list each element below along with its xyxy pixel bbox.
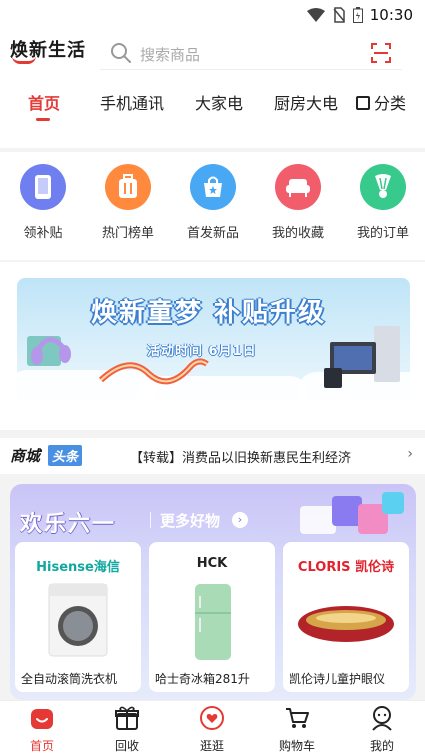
nav-label: 购物车 [278, 739, 315, 753]
suitcase-icon [105, 164, 151, 210]
nav-label: 首页 [29, 739, 54, 753]
product-name: 凯伦诗儿童护眼仪 [289, 672, 386, 686]
product-name: 全自动滚筒洗衣机 [21, 672, 118, 686]
quick-link-label: 热门榜单 [101, 226, 154, 241]
search-placeholder: 搜索商品 [140, 46, 201, 64]
no-sim-icon [333, 7, 345, 23]
sofa-icon [275, 164, 321, 210]
promo-more-link[interactable]: 更多好物 [160, 510, 220, 531]
children-day-promo: 欢乐六一 更多好物 › Hisense海信 全自动滚筒洗衣机 HCK 哈士奇冰箱… [10, 484, 416, 700]
product-name: 哈士奇冰箱281升 [155, 672, 250, 686]
quick-link-label: 领补贴 [23, 226, 63, 241]
chevron-right-icon[interactable]: › [232, 512, 248, 528]
news-ticker[interactable]: 商城 头条 【转载】消费品以旧换新惠民生利经济 › [0, 438, 425, 474]
nav-cart[interactable]: 购物车 [267, 705, 327, 754]
quick-link-hot-list[interactable]: 热门榜单 [93, 164, 163, 241]
nav-profile[interactable]: 我的 [352, 705, 412, 754]
product-card[interactable]: HCK 哈士奇冰箱281升 [149, 542, 275, 692]
washing-machine-image [48, 583, 108, 657]
banner-title: 焕新童梦 补贴升级 [91, 298, 327, 328]
search-bar[interactable]: 搜索商品 [100, 36, 402, 70]
nav-label: 逛逛 [199, 739, 224, 753]
product-brand: Hisense海信 [36, 560, 120, 575]
banner-appliances-illustration [324, 326, 400, 388]
chevron-right-icon[interactable]: › [407, 446, 413, 462]
banner-date: 活动时间 6月1日 [147, 344, 257, 359]
wifi-icon [307, 8, 325, 22]
quick-link-new-arrivals[interactable]: 首发新品 [178, 164, 248, 241]
bottom-nav: 首页 回收 逛逛 购物车 我的 [0, 700, 425, 755]
quick-link-label: 我的订单 [356, 226, 409, 241]
tab-kitchen[interactable]: 厨房大电 [274, 90, 338, 114]
fridge-image [195, 584, 231, 660]
banner-section: 焕新童梦 补贴升级 活动时间 6月1日 [0, 262, 425, 430]
user-icon [372, 706, 392, 731]
product-brand: HCK [196, 556, 228, 571]
tab-categories[interactable]: 分类 [356, 90, 406, 114]
news-headline[interactable]: 【转载】消费品以旧换新惠民生利经济 [130, 447, 351, 466]
promo-title: 欢乐六一 [20, 512, 117, 537]
nav-home[interactable]: 首页 [12, 705, 72, 754]
category-tabs: 首页 手机通讯 大家电 厨房大电 分类 [0, 88, 425, 128]
status-time: 10:30 [369, 6, 413, 24]
quick-link-label: 首发新品 [186, 226, 239, 241]
promo-divider [150, 512, 151, 528]
battery-icon [353, 7, 363, 23]
nav-recycle[interactable]: 回收 [97, 705, 157, 754]
cart-icon [286, 708, 309, 728]
product-card[interactable]: Hisense海信 全自动滚筒洗衣机 [15, 542, 141, 692]
scan-icon[interactable] [370, 42, 392, 64]
search-icon [111, 43, 131, 63]
heart-bubble-icon [200, 706, 224, 730]
tab-phones[interactable]: 手机通讯 [100, 90, 164, 114]
gift-boxes-illustration [300, 492, 404, 534]
quick-link-subsidy[interactable]: 领补贴 [8, 164, 78, 241]
nav-label: 我的 [369, 739, 394, 753]
product-card[interactable]: CLORIS 凯伦诗 凯伦诗儿童护眼仪 [283, 542, 409, 692]
shopping-bag-icon [190, 164, 236, 210]
quick-link-label: 我的收藏 [271, 226, 324, 241]
nav-label: 回收 [114, 739, 139, 753]
home-icon [31, 709, 53, 729]
news-logo: 商城 [10, 447, 41, 465]
status-bar: 10:30 [0, 0, 425, 30]
logo-smile-mark [12, 56, 36, 64]
phone-icon [20, 164, 66, 210]
active-tab-indicator [36, 118, 50, 121]
tab-home[interactable]: 首页 [28, 90, 60, 114]
banner-headphones-illustration [27, 336, 71, 366]
product-brand: CLORIS 凯伦诗 [297, 560, 395, 575]
badminton-icon [360, 164, 406, 210]
tab-appliances[interactable]: 大家电 [195, 90, 243, 114]
news-tag: 头条 [48, 445, 83, 466]
nav-browse[interactable]: 逛逛 [182, 705, 242, 754]
header: 焕新生活 搜索商品 首页 手机通讯 大家电 厨房大电 分类 [0, 30, 425, 148]
quick-links: 领补贴 热门榜单 首发新品 我的收藏 我的订单 [0, 152, 425, 260]
status-icons [307, 7, 363, 23]
quick-link-orders[interactable]: 我的订单 [348, 164, 418, 241]
grid-icon [356, 96, 370, 110]
eye-massager-image [298, 606, 394, 642]
quick-link-favorites[interactable]: 我的收藏 [263, 164, 333, 241]
tab-categories-label: 分类 [374, 94, 407, 113]
gift-box-icon [115, 706, 139, 730]
promo-banner[interactable]: 焕新童梦 补贴升级 活动时间 6月1日 [17, 278, 410, 402]
